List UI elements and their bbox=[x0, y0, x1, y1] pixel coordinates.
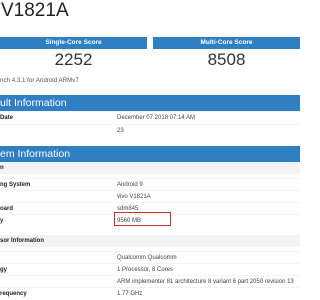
processor-information-subheader: sor Information bbox=[0, 235, 300, 247]
result-row-value: 23 bbox=[117, 128, 124, 134]
processor-row-value: 1.77 GHz bbox=[117, 291, 143, 297]
processor-row-key: requency bbox=[0, 291, 27, 297]
single-core-score-value: 2252 bbox=[54, 50, 93, 69]
processor-row: gy 1 Processor, 8 Cores bbox=[0, 263, 300, 275]
result-row: Date December 07 2018 07:14 AM bbox=[0, 111, 300, 123]
single-core-score-label: Single-Core Score bbox=[0, 37, 147, 49]
system-row: vivo V1821A bbox=[0, 190, 300, 202]
multi-core-score-value: 8508 bbox=[207, 50, 246, 69]
system-row: ng System Android 9 bbox=[0, 178, 300, 190]
system-row-key: y bbox=[0, 218, 4, 224]
memory-highlight-box bbox=[114, 212, 171, 226]
result-information-header: ult Information bbox=[0, 95, 300, 111]
multi-core-score-label: Multi-Core Score bbox=[153, 37, 300, 49]
processor-row: requency 1.77 GHz bbox=[0, 287, 300, 299]
system-information-header: em Information bbox=[0, 146, 300, 162]
processor-row: ARM implementer 81 architecture 8 varian… bbox=[0, 275, 300, 287]
result-row-key: Date bbox=[0, 115, 14, 121]
system-subheader: n bbox=[0, 162, 300, 174]
benchmark-version-note: nch 4.3.1 for Android ARMv7 bbox=[0, 77, 79, 84]
processor-row: Qualcomm Qualcomm bbox=[0, 251, 300, 263]
page-title: V1821A bbox=[1, 0, 69, 21]
result-row-value: December 07 2018 07:14 AM bbox=[117, 115, 196, 121]
result-row: 23 bbox=[0, 124, 300, 136]
